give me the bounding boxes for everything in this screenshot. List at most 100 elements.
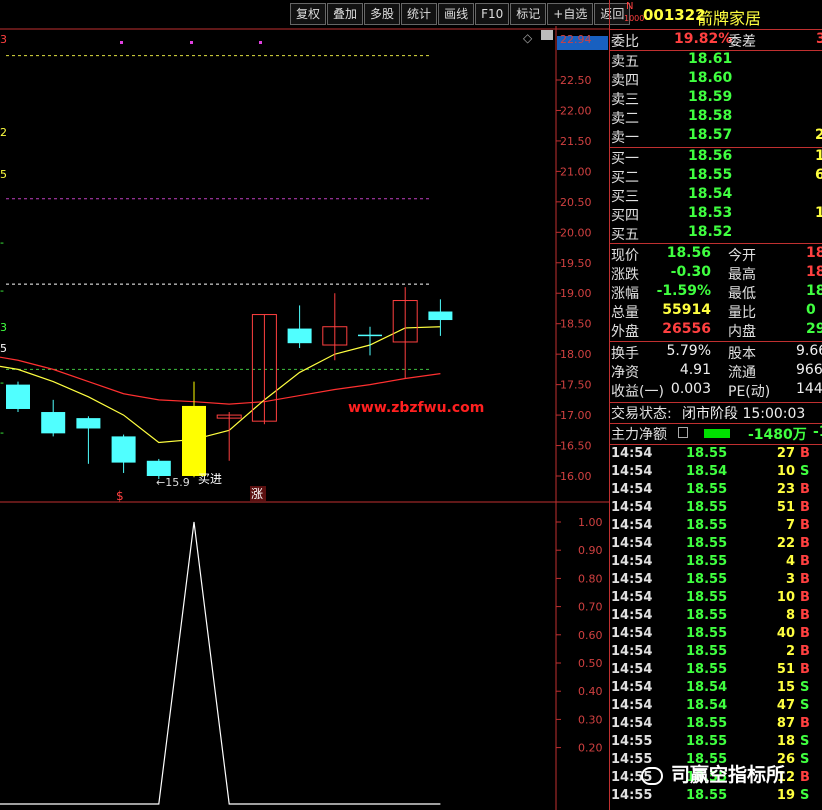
candle-body [146,460,171,476]
bids-row[interactable]: 买四 18.53 1 [610,205,822,224]
quote-label: 外盘 [611,324,639,340]
tick-direction: B [800,716,810,731]
tick-direction: B [800,446,810,461]
bids-label: 买一 [611,151,639,167]
fund-row: 换手 5.79% 股本 9.66 [610,343,822,362]
quote-label: 现价 [611,248,639,264]
tick-row: 14:55 18.55 19 S [610,788,822,806]
toolbar-button-4[interactable]: 画线 [438,3,475,25]
asks-label: 卖五 [611,54,639,70]
flow-bar [704,429,730,438]
tick-time: 14:55 [611,734,653,749]
toolbar-button-5[interactable]: F10 [475,3,510,25]
tick-direction: B [800,626,810,641]
asks-row[interactable]: 卖五 18.61 [610,51,822,70]
quote-value: 0 [806,302,816,318]
bids-volume: 1 [815,205,822,221]
quote-label: 涨幅 [611,286,639,302]
kline-chart[interactable]: 22.9422.5022.0021.5021.0020.5020.0019.50… [0,26,609,810]
bids-volume: 1 [815,148,822,164]
tick-price: 18.55 [686,554,728,569]
fund-row: 净资 4.91 流通 9661 [610,362,822,381]
weibi-label: 委比 [611,34,639,50]
tick-direction: B [800,536,810,551]
bids-row[interactable]: 买三 18.54 [610,186,822,205]
tick-row: 14:54 18.55 51 B [610,662,822,680]
asks-row[interactable]: 卖三 18.59 [610,89,822,108]
quote-value: -1.59% [656,283,711,299]
tick-volume: 51 [776,500,795,515]
toolbar-button-2[interactable]: 多股 [364,3,401,25]
price-axis-label: 22.94 [560,33,592,46]
tick-price: 18.55 [686,446,728,461]
tick-price: 18.54 [686,680,728,695]
asks-row[interactable]: 卖二 18.58 [610,108,822,127]
bids-price: 18.52 [688,224,733,240]
tick-row: 14:54 18.55 3 B [610,572,822,590]
asks-row[interactable]: 卖四 18.60 [610,70,822,89]
bids-label: 买四 [611,208,639,224]
tick-direction: S [800,464,810,479]
bids-price: 18.55 [688,167,733,183]
indicator-axis-label: 1.00 [578,516,603,529]
tick-price: 18.55 [686,716,728,731]
tick-row: 14:54 18.55 8 B [610,608,822,626]
tick-time: 14:54 [611,482,653,497]
left-edge-mark: 3 [0,33,7,46]
price-axis-label: 22.00 [560,104,592,117]
tick-price: 18.55 [686,518,728,533]
bids-volume: 6 [815,167,822,183]
quote-value: 18.56 [666,245,711,261]
bids-row[interactable]: 买一 18.56 1 [610,148,822,167]
tick-price: 18.55 [686,734,728,749]
tick-row: 14:54 18.55 7 B [610,518,822,536]
quote-panel: N 1000 001322 箭牌家居 委比 19.82% 委差 3 卖五 18.6… [609,0,822,810]
left-edge-mark: - [0,236,4,249]
tick-row: 14:54 18.54 15 S [610,680,822,698]
signal-dot [190,41,193,44]
trade-status-value: 闭市阶段 15:00:03 [682,406,806,422]
tick-row: 14:55 18.55 18 S [610,734,822,752]
tick-time: 14:54 [611,608,653,623]
toolbar-button-0[interactable]: 复权 [290,3,327,25]
asks-row[interactable]: 卖一 18.57 2 [610,127,822,146]
bids-row[interactable]: 买五 18.52 [610,224,822,243]
tick-time: 14:54 [611,536,653,551]
tick-direction: B [800,608,810,623]
ma-short-line [0,326,441,444]
tick-volume: 10 [776,590,795,605]
rise-marker: 涨 [251,486,263,501]
quote-label: 量比 [728,305,756,321]
tick-time: 14:54 [611,644,653,659]
tick-price: 18.55 [686,608,728,623]
toolbar-button-7[interactable]: +自选 [547,3,594,25]
quote-label: 最高 [728,267,756,283]
trade-status-row: 交易状态: 闭市阶段 15:00:03 [610,403,822,422]
indicator-axis-label: 0.40 [578,685,603,698]
asks-volume: 2 [815,127,822,143]
tick-price: 18.55 [686,788,728,803]
stock-badge-top: N [626,1,634,12]
toolbar-button-6[interactable]: 标记 [510,3,547,25]
sell-marker: $ [116,489,124,503]
fund-row: 收益(一) 0.003 PE(动) 144 [610,381,822,400]
tick-direction: S [800,734,810,749]
toolbar-button-1[interactable]: 叠加 [327,3,364,25]
divider [610,341,822,342]
quote-label: 总量 [611,305,639,321]
tick-time: 14:54 [611,590,653,605]
quote-value: 26556 [662,321,711,337]
price-axis-label: 17.00 [560,409,592,422]
bids-row[interactable]: 买二 18.55 6 [610,167,822,186]
list-icon[interactable] [678,427,688,438]
tick-direction: B [800,518,810,533]
buy-signal-label: 买进 [198,472,222,486]
quote-label: 今开 [728,248,756,264]
tick-volume: 15 [776,680,795,695]
toolbar-button-3[interactable]: 统计 [401,3,438,25]
tick-price: 18.55 [686,590,728,605]
main-flow-label: 主力净额 [611,427,667,443]
fund-label: 换手 [611,346,639,362]
stock-name: 箭牌家居 [697,9,762,28]
indicator-axis-label: 0.20 [578,742,603,755]
